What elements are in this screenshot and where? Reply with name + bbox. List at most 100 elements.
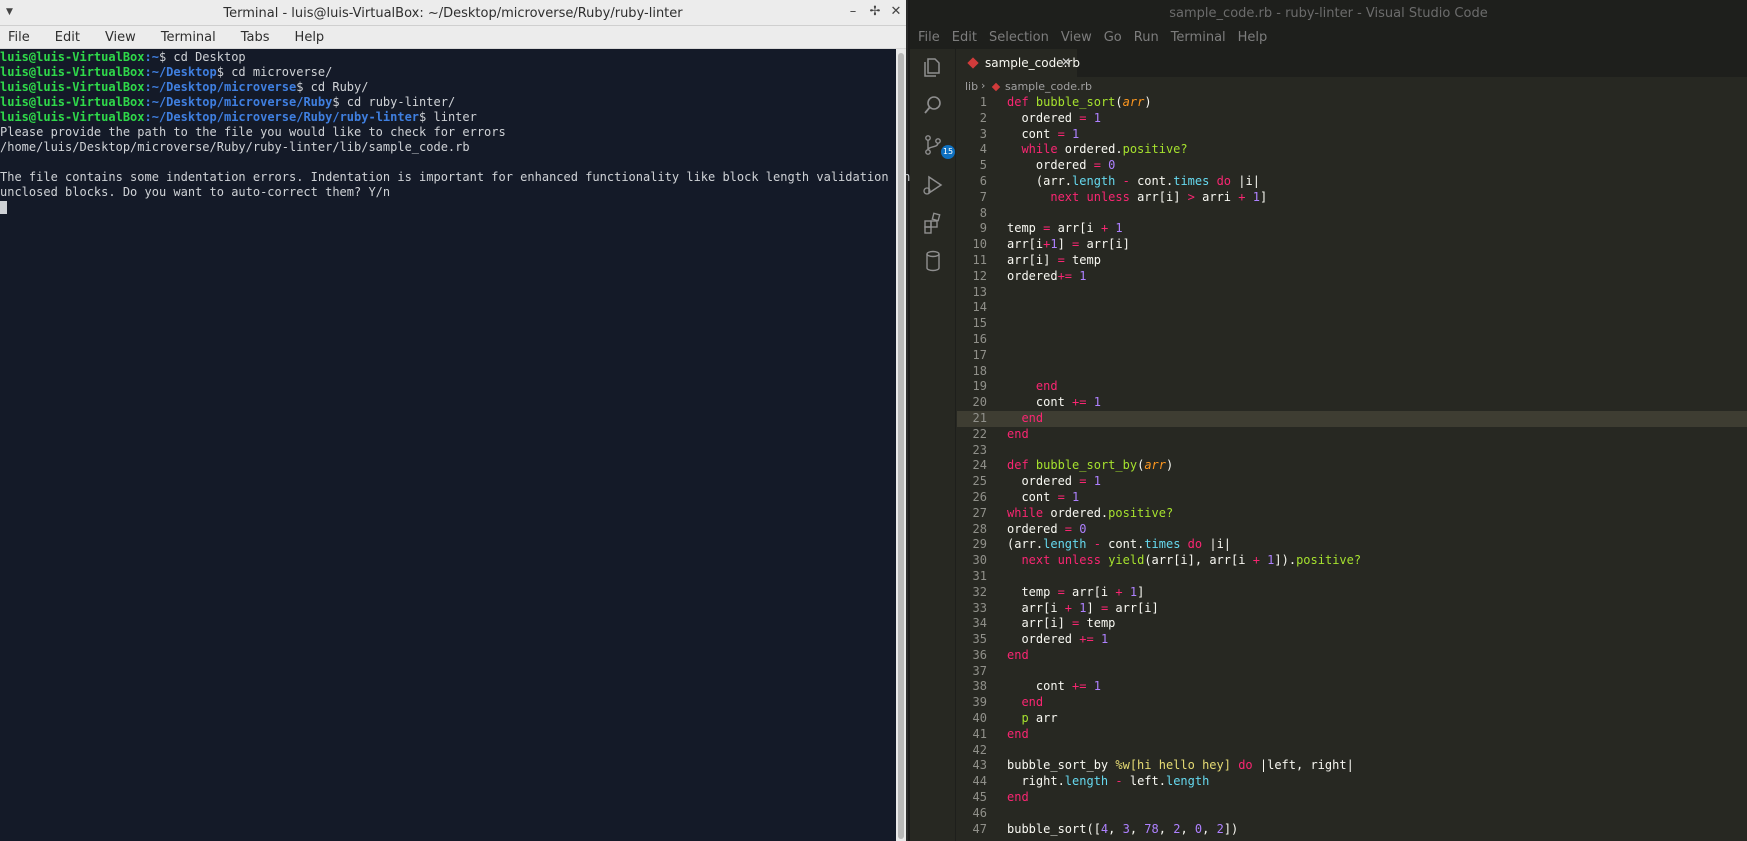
code-line: 16: [972, 331, 987, 346]
output-line: unclosed blocks. Do you want to auto-cor…: [0, 185, 391, 199]
run-debug-icon[interactable]: [921, 173, 945, 197]
code-line: 10 arr[i+1] = arr[i]: [972, 237, 1130, 252]
code-line: 44 right.length - left.length: [972, 774, 1210, 789]
code-line: 7 next unless arr[i] > arri + 1]: [979, 189, 1268, 204]
code-line: 31: [972, 568, 987, 583]
code-line: 28 ordered = 0: [972, 521, 1087, 536]
code-editor[interactable]: 1 def bubble_sort(arr) 2 ordered = 1 3 co…: [957, 95, 1747, 841]
terminal-menubar: File Edit View Terminal Tabs Help: [0, 26, 906, 49]
code-line: 5 ordered = 0: [979, 158, 1116, 173]
menu-go[interactable]: Go: [1104, 30, 1122, 45]
menu-terminal[interactable]: Terminal: [161, 30, 216, 45]
explorer-icon[interactable]: [921, 55, 945, 79]
code-line: 33 arr[i + 1] = arr[i]: [972, 600, 1159, 615]
menu-edit[interactable]: Edit: [952, 30, 977, 45]
code-line: 35 ordered += 1: [972, 632, 1109, 647]
vscode-title: sample_code.rb - ruby-linter - Visual St…: [1169, 6, 1488, 21]
code-line: 15: [972, 316, 987, 331]
menu-view[interactable]: View: [1061, 30, 1092, 45]
terminal-titlebar: ▼ Terminal - luis@luis-VirtualBox: ~/Des…: [0, 0, 906, 26]
prompt-line: luis@luis-VirtualBox:~/Desktop/microvers…: [0, 110, 477, 124]
vscode-titlebar: sample_code.rb - ruby-linter - Visual St…: [910, 0, 1747, 26]
menu-terminal[interactable]: Terminal: [1171, 30, 1226, 45]
terminal-window: ▼ Terminal - luis@luis-VirtualBox: ~/Des…: [0, 0, 918, 841]
cursor-line: [0, 200, 896, 215]
code-line: 47 bubble_sort([4, 3, 78, 2, 0, 2]): [972, 821, 1239, 836]
text-cursor: [0, 201, 7, 214]
code-line: 4 while ordered.positive?: [979, 142, 1188, 157]
vscode-window: sample_code.rb - ruby-linter - Visual St…: [910, 0, 1747, 841]
tab-sample-code[interactable]: sample_code.rb ✕: [957, 49, 1080, 77]
code-line: 3 cont = 1: [979, 126, 1080, 141]
code-line: 1 def bubble_sort(arr): [979, 95, 1152, 109]
code-line: 2 ordered = 1: [979, 110, 1101, 125]
code-line: 20 cont += 1: [972, 395, 1101, 410]
activity-bar: 15: [910, 49, 956, 841]
code-line: 8: [979, 205, 987, 220]
code-line: 27 while ordered.positive?: [972, 505, 1174, 520]
minimize-icon[interactable]: –: [844, 4, 862, 19]
code-line: 38 cont += 1: [972, 679, 1101, 694]
search-icon[interactable]: [921, 93, 945, 117]
code-line: 6 (arr.length - cont.times do |i|: [979, 173, 1260, 188]
prompt-line: luis@luis-VirtualBox:~$ cd Desktop: [0, 50, 246, 64]
code-line: 40 p arr: [972, 711, 1058, 726]
code-line: 36 end: [972, 647, 1029, 662]
code-line: 34 arr[i] = temp: [972, 616, 1116, 631]
terminal-scrollbar[interactable]: [896, 49, 906, 841]
scm-badge: 15: [941, 145, 955, 159]
code-line: 25 ordered = 1: [972, 474, 1101, 489]
code-line: 17: [972, 347, 987, 362]
code-line-current: 21 end: [957, 410, 1747, 427]
code-line: 24 def bubble_sort_by(arr): [972, 458, 1174, 473]
code-line: 42: [972, 742, 987, 757]
code-line: 9 temp = arr[i + 1: [979, 221, 1123, 236]
code-line: 45 end: [972, 790, 1029, 805]
prompt-line: luis@luis-VirtualBox:~/Desktop/microvers…: [0, 95, 456, 109]
menu-edit[interactable]: Edit: [55, 30, 80, 45]
menu-view[interactable]: View: [105, 30, 136, 45]
scrollbar-thumb[interactable]: [898, 53, 904, 839]
code-line: 13: [972, 284, 987, 299]
database-icon[interactable]: [921, 249, 945, 273]
menu-selection[interactable]: Selection: [989, 30, 1049, 45]
source-control-icon[interactable]: 15: [921, 133, 955, 159]
code-line: 39 end: [972, 695, 1044, 710]
code-line: 12 ordered+= 1: [972, 268, 1087, 283]
menu-help[interactable]: Help: [1238, 30, 1268, 45]
ruby-file-icon: [991, 82, 1001, 92]
code-line: 22 end: [972, 426, 1029, 441]
menu-help[interactable]: Help: [295, 30, 325, 45]
code-line: 29 (arr.length - cont.times do |i|: [972, 537, 1232, 552]
code-line: 46: [972, 805, 987, 820]
code-line: 19 end: [972, 379, 1058, 394]
terminal-screen[interactable]: luis@luis-VirtualBox:~$ cd Desktop luis@…: [0, 49, 918, 841]
breadcrumb: lib › sample_code.rb: [957, 77, 1747, 97]
code-line: 14: [972, 300, 987, 315]
breadcrumb-folder[interactable]: lib: [965, 80, 978, 93]
output-line: /home/luis/Desktop/microverse/Ruby/ruby-…: [0, 140, 470, 154]
code-line: 30 next unless yield(arr[i], arr[i + 1])…: [972, 553, 1362, 568]
maximize-icon[interactable]: ✢: [866, 4, 884, 19]
code-line: 37: [972, 663, 987, 678]
menu-run[interactable]: Run: [1134, 30, 1159, 45]
code-line: 32 temp = arr[i + 1]: [972, 584, 1145, 599]
chevron-right-icon: ›: [981, 79, 986, 92]
vscode-menubar: File Edit Selection View Go Run Terminal…: [910, 26, 1747, 49]
code-line: 11 arr[i] = temp: [972, 252, 1101, 267]
extensions-icon[interactable]: [921, 211, 945, 235]
editor-tabs: sample_code.rb ✕: [957, 49, 1747, 77]
code-line: 43 bubble_sort_by %w[hi hello hey] do |le…: [972, 758, 1354, 773]
menu-file[interactable]: File: [918, 30, 940, 45]
code-line: 26 cont = 1: [972, 489, 1080, 504]
ruby-file-icon: [967, 57, 979, 69]
breadcrumb-file[interactable]: sample_code.rb: [1005, 80, 1092, 93]
terminal-title: Terminal - luis@luis-VirtualBox: ~/Deskt…: [223, 6, 683, 21]
code-line: 23: [972, 442, 987, 457]
menu-tabs[interactable]: Tabs: [241, 30, 270, 45]
close-tab-icon[interactable]: ✕: [1061, 55, 1071, 69]
menu-file[interactable]: File: [8, 30, 30, 45]
close-icon[interactable]: ✕: [887, 4, 905, 19]
output-line: Please provide the path to the file you …: [0, 125, 506, 139]
